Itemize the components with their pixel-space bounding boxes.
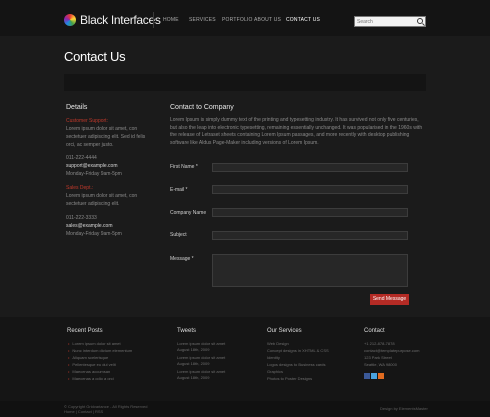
recent-post-link[interactable]: Pellentesque eu dui velit (68, 362, 115, 368)
support-text: Lorem ipsum dolor sit amet, con sectetue… (66, 126, 146, 148)
email-input[interactable] (212, 185, 408, 194)
logo-divider (153, 12, 154, 28)
subject-input[interactable] (212, 231, 408, 240)
recent-post-link[interactable]: Nunc interdum dictum elementum (68, 348, 132, 354)
footer-address: 123 Park Street (364, 355, 392, 360)
facebook-icon[interactable] (364, 373, 370, 379)
tweets-heading: Tweets (177, 328, 197, 334)
services-heading: Our Services (267, 328, 302, 334)
sales-hours: Monday-Friday 9am-5pm (66, 231, 122, 237)
footer-phone: +1 212-878-7878 (364, 341, 395, 346)
service-item[interactable]: Graphics (267, 369, 283, 375)
nav-services[interactable]: SERVICES (189, 17, 216, 24)
design-credit: Design by ElementsMaster (380, 406, 428, 411)
contact-heading: Contact to Company (170, 104, 234, 111)
search-input[interactable] (357, 17, 415, 26)
tweet-date: August 18th, 2009 (177, 347, 210, 352)
nav-contact-us[interactable]: CONTACT US (286, 17, 320, 24)
recent-post-link[interactable]: Lorem ipsum dolor sit amet (68, 341, 120, 347)
first-name-label: First Name * (170, 164, 198, 170)
sales-phone: 011-222-3333 (66, 215, 97, 221)
support-email[interactable]: support@example.com (66, 162, 118, 170)
message-label: Message * (170, 256, 194, 262)
tweet-date: August 18th, 2009 (177, 375, 210, 380)
logo-text[interactable]: Black Interfaces (80, 13, 161, 27)
service-item: Logos designs to Business cards (267, 362, 326, 367)
sales-label: Sales Dept.: (66, 185, 94, 191)
nav-about-us[interactable]: ABOUT US (254, 17, 281, 24)
page-title: Contact Us (64, 49, 126, 64)
footer-email[interactable]: contact@templatepurpose.com (364, 348, 419, 354)
details-heading: Details (66, 104, 88, 111)
sales-email[interactable]: sales@example.com (66, 222, 112, 230)
recent-post-link[interactable]: Maecenas accumsan (68, 369, 110, 375)
support-label: Customer Support: (66, 118, 108, 124)
logo-icon[interactable] (64, 14, 76, 26)
send-message-button[interactable]: Send Message (370, 294, 409, 305)
tweet-date: August 18th, 2009 (177, 361, 210, 366)
first-name-input[interactable] (212, 163, 408, 172)
message-textarea[interactable] (212, 254, 408, 287)
bottom-links[interactable]: Home | Contact | RSS (64, 409, 103, 414)
service-item: Photos to Poster Designs (267, 376, 313, 381)
recent-posts-heading: Recent Posts (67, 328, 103, 334)
sales-text: Lorem ipsum dolor sit amet, con sectetue… (66, 193, 138, 207)
footer-city: Seattle, WA 98000 (364, 362, 397, 367)
title-strip (64, 74, 426, 91)
service-item: Concept designs in XHTML & CSS (267, 348, 329, 353)
contact-intro: Lorem Ipsum is simply dummy text of the … (170, 117, 423, 146)
service-item[interactable]: Identity (267, 355, 280, 361)
twitter-icon[interactable] (371, 373, 377, 379)
rss-icon[interactable] (378, 373, 384, 379)
email-label: E-mail * (170, 187, 188, 193)
nav-portfolio[interactable]: PORTFOLIO (222, 17, 253, 24)
nav-home[interactable]: HOME (163, 17, 179, 24)
company-input[interactable] (212, 208, 408, 217)
search-icon[interactable] (417, 18, 423, 24)
support-hours: Monday-Friday 9am-5pm (66, 171, 122, 177)
company-label: Company Name (170, 210, 207, 216)
contact-footer-heading: Contact (364, 328, 385, 334)
service-item[interactable]: Web Design (267, 341, 289, 347)
recent-post-link[interactable]: Aliquam scelerisque (68, 355, 108, 361)
support-phone: 011-222-4444 (66, 155, 97, 161)
search-box[interactable] (354, 16, 426, 27)
recent-post-link[interactable]: Maecenas a odio a orci (68, 376, 113, 382)
subject-label: Subject (170, 232, 187, 238)
